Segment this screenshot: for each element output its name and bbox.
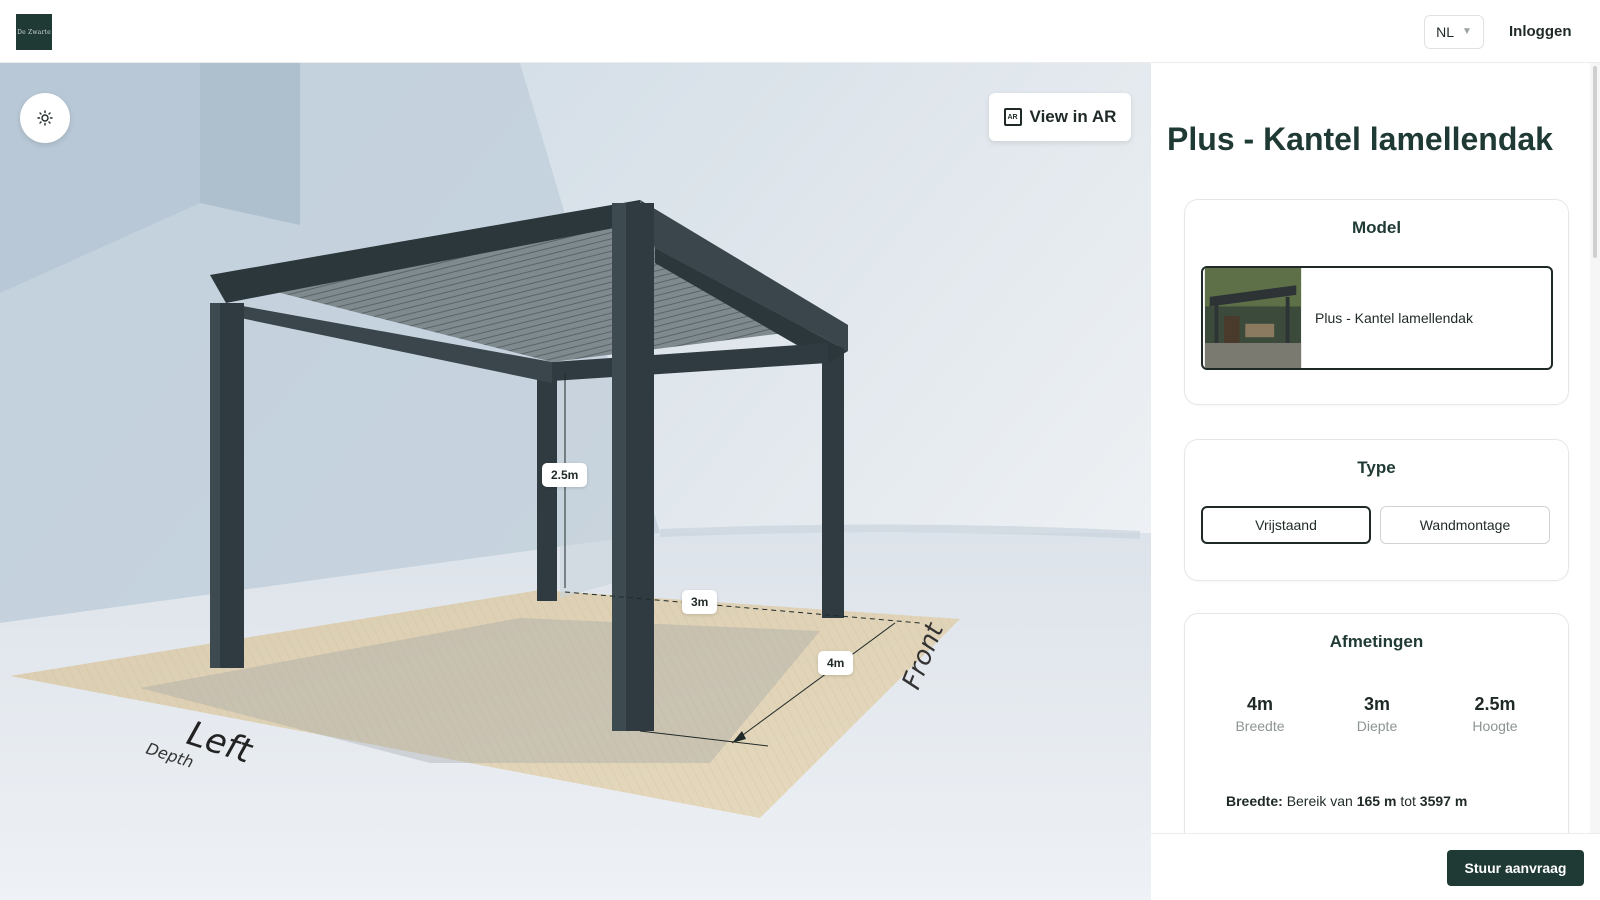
- model-option-selected[interactable]: Plus - Kantel lamellendak: [1201, 266, 1553, 370]
- dimension-height-value: 2.5m: [1474, 694, 1516, 714]
- sun-icon: [37, 110, 53, 126]
- range-text-between: tot: [1400, 793, 1416, 809]
- logo-text: De Zwarte: [17, 28, 51, 36]
- dimension-width-value: 4m: [1246, 694, 1273, 714]
- language-selector[interactable]: NL ▼: [1424, 15, 1484, 49]
- brand-logo[interactable]: De Zwarte: [16, 14, 52, 50]
- type-option-wandmontage[interactable]: Wandmontage: [1380, 506, 1550, 544]
- dimension-width-label: Breedte: [1235, 718, 1285, 734]
- model-card: Model Plus - Kantel lamellendak: [1184, 199, 1569, 405]
- top-bar: De Zwarte NL ▼ Inloggen: [0, 0, 1600, 63]
- login-link[interactable]: Inloggen: [1509, 23, 1572, 40]
- language-value: NL: [1436, 24, 1454, 40]
- range-text-before: Bereik van: [1286, 793, 1353, 809]
- model-heading: Model: [1351, 218, 1402, 237]
- chevron-down-icon: ▼: [1462, 25, 1472, 37]
- front-left-post-highlight: [210, 303, 220, 668]
- configurator-panel: Plus - Kantel lamellendak Model Plus - K…: [1151, 63, 1600, 900]
- panel-scrollbar-thumb[interactable]: [1593, 66, 1597, 258]
- chimney: [200, 63, 300, 225]
- type-option-vrijstaand[interactable]: Vrijstaand: [1201, 506, 1371, 544]
- back-left-post: [537, 373, 557, 601]
- range-label: Breedte:: [1226, 793, 1283, 809]
- width-dimension-tag[interactable]: 4m: [818, 651, 854, 675]
- type-card: Type Vrijstaand Wandmontage: [1184, 439, 1569, 581]
- dimension-depth-value: 3m: [1363, 694, 1390, 714]
- front-right-post-highlight: [612, 203, 626, 731]
- dimensions-heading: Afmetingen: [1329, 632, 1424, 651]
- dimension-height[interactable]: 2.5m Hoogte: [1435, 694, 1555, 734]
- dimension-depth-label: Diepte: [1356, 718, 1398, 734]
- submit-request-button[interactable]: Stuur aanvraag: [1447, 850, 1584, 886]
- dimension-depth[interactable]: 3m Diepte: [1317, 694, 1437, 734]
- height-dimension-tag[interactable]: 2.5m: [542, 463, 588, 487]
- model-option-label: Plus - Kantel lamellendak: [1315, 310, 1473, 326]
- type-heading: Type: [1357, 458, 1396, 477]
- range-min: 165 m: [1356, 793, 1397, 809]
- dimension-height-label: Hoogte: [1472, 718, 1518, 734]
- lighting-toggle-button[interactable]: [20, 93, 70, 143]
- view-in-ar-label: View in AR: [1029, 107, 1117, 126]
- dimension-width[interactable]: 4m Breedte: [1200, 694, 1320, 734]
- back-right-post: [822, 346, 844, 618]
- width-range-text: Breedte: Bereik van 165 m tot 3597 m: [1226, 793, 1467, 809]
- range-max: 3597 m: [1419, 793, 1468, 809]
- product-title: Plus - Kantel lamellendak: [1167, 121, 1553, 157]
- view-in-ar-button[interactable]: AR View in AR: [989, 93, 1131, 141]
- model-thumbnail: [1204, 268, 1302, 368]
- panel-footer: Stuur aanvraag: [1151, 833, 1600, 900]
- ar-icon: AR: [1003, 108, 1022, 126]
- depth-dimension-tag[interactable]: 3m: [682, 590, 718, 614]
- 3d-viewer[interactable]: Left Depth Front AR View in AR 2.5m 3m 4…: [0, 63, 1151, 900]
